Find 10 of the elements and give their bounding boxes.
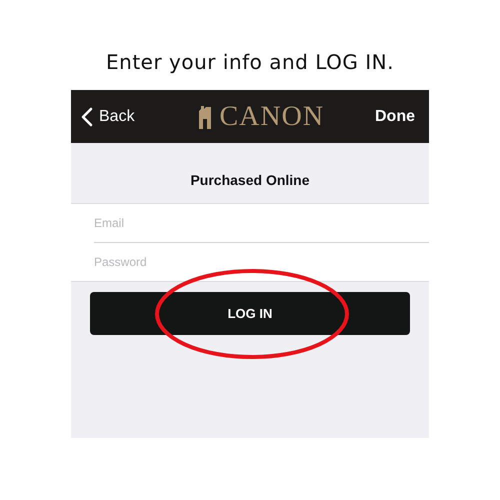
logo: CANON [220, 100, 324, 132]
input-field[interactable]: Password [71, 243, 429, 281]
chevron-left-icon [81, 106, 93, 126]
login-button[interactable]: LOG IN [90, 292, 410, 335]
tower-icon [198, 104, 212, 128]
done-button[interactable]: Done [374, 108, 415, 126]
input-field[interactable]: Email [71, 204, 429, 242]
section-title: Purchased Online [189, 171, 311, 190]
back-button[interactable]: Back [81, 106, 135, 126]
caption: Enter your info and LOG IN. [106, 50, 394, 74]
